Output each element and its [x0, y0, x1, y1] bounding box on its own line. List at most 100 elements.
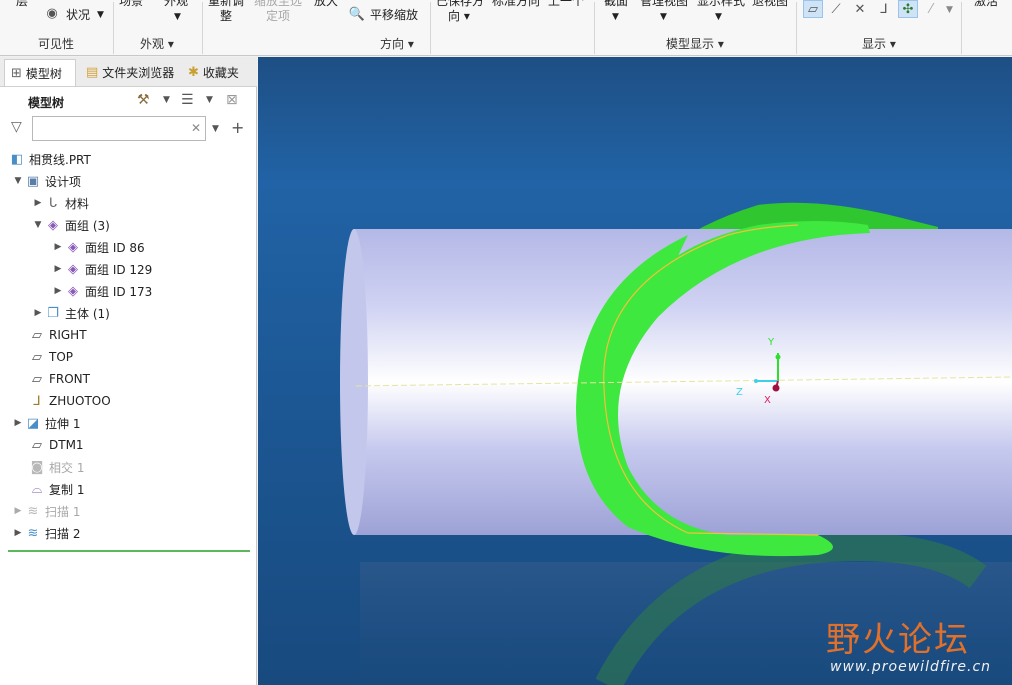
tree-node-right[interactable]: ▱ RIGHT: [0, 324, 250, 346]
group-model-display-label[interactable]: 模型显示 ▾: [666, 35, 724, 52]
tab-model-tree[interactable]: ⊞ 模型树: [4, 59, 76, 86]
tree-node-intersect[interactable]: ◙ 相交 1: [0, 456, 250, 478]
group-show-text: 显示: [862, 37, 887, 51]
search-input[interactable]: [37, 118, 187, 139]
axis-label-x: X: [764, 395, 771, 406]
standard-orientation-button[interactable]: 标准方向: [492, 0, 540, 8]
tree-node-quilt-86[interactable]: ▶ ◈ 面组 ID 86: [0, 236, 250, 258]
tree-node-quilt-129[interactable]: ▶ ◈ 面组 ID 129: [0, 258, 250, 280]
datum-plane-icon: ▱: [32, 437, 42, 453]
collapse-icon[interactable]: ▼: [32, 220, 44, 230]
tree-node-design-items[interactable]: ▼ ▣ 设计项: [0, 170, 250, 192]
saved-orientations-line2[interactable]: 向 ▾: [448, 9, 470, 23]
annotation-dropdown-icon[interactable]: ▼: [946, 3, 953, 17]
reorient-button[interactable]: 重新调: [208, 0, 244, 8]
axis-display-icon[interactable]: ⟋: [826, 0, 846, 18]
tree-node-material[interactable]: ▶ ᒐ 材料: [0, 192, 250, 214]
tree-node-label: 扫描 2: [45, 526, 81, 541]
folder-icon: ▤: [86, 65, 99, 80]
model-render[interactable]: Y Z X: [258, 57, 1012, 685]
section-dropdown-icon[interactable]: ▼: [612, 10, 619, 24]
group-appearance-label[interactable]: 外观 ▾: [140, 35, 174, 52]
tab-favorites[interactable]: ✱ 收藏夹: [182, 59, 254, 86]
section-button[interactable]: 截面: [604, 0, 628, 8]
activate-button[interactable]: 激活: [974, 0, 998, 8]
tree-node-part[interactable]: ◧ 相贯线.PRT: [0, 148, 250, 170]
tab-folder-browser[interactable]: ▤ 文件夹浏览器: [80, 59, 176, 86]
exploded-view-button[interactable]: 退视图: [752, 0, 788, 8]
add-filter-icon[interactable]: +: [231, 118, 244, 137]
point-display-icon[interactable]: ✕: [850, 0, 870, 18]
expand-icon[interactable]: ▶: [12, 506, 24, 516]
status-dropdown-icon[interactable]: ▼: [97, 8, 104, 22]
body-icon: ❐: [47, 305, 59, 321]
tree-node-label: 面组 ID 173: [85, 284, 153, 299]
collapse-icon[interactable]: ▼: [12, 176, 24, 186]
spin-center-icon[interactable]: ✣: [898, 0, 918, 18]
manage-views-dropdown-icon[interactable]: ▼: [660, 10, 667, 24]
tree-node-top[interactable]: ▱ TOP: [0, 346, 250, 368]
tree-node-quilt-173[interactable]: ▶ ◈ 面组 ID 173: [0, 280, 250, 302]
tree-node-csys[interactable]: ⅃ ZHUOTOO: [0, 390, 250, 412]
tree-node-sweep-1[interactable]: ▶ ≋ 扫描 1: [0, 500, 250, 522]
zoom-in-button[interactable]: 放大: [314, 0, 338, 8]
tree-node-copy[interactable]: ⌓ 复制 1: [0, 478, 250, 500]
filter-box: ✕: [32, 116, 206, 141]
tree-node-dtm1[interactable]: ▱ DTM1: [0, 434, 250, 456]
tree-node-quilts[interactable]: ▼ ◈ 面组 (3): [0, 214, 250, 236]
expand-icon[interactable]: ▶: [52, 286, 64, 296]
previous-orientation-button[interactable]: 上一个: [548, 0, 584, 8]
expand-icon[interactable]: ▶: [52, 264, 64, 274]
expand-icon[interactable]: ▶: [12, 528, 24, 538]
scene-button[interactable]: 场景: [119, 0, 143, 8]
zoom-to-selected-button[interactable]: 缩放至选: [254, 0, 302, 8]
pan-zoom-button[interactable]: 平移缩放: [370, 8, 418, 22]
graphics-window[interactable]: Y Z X 野火论坛 www.proewildfire.cn: [258, 57, 1012, 685]
expand-icon[interactable]: ▶: [12, 418, 24, 428]
sweep-icon: ≋: [27, 503, 39, 519]
tree-columns-dropdown-icon[interactable]: ▼: [206, 95, 213, 105]
tree-columns-icon[interactable]: ☰: [181, 92, 194, 108]
manage-views-button[interactable]: 管理视图: [640, 0, 688, 8]
expand-icon[interactable]: ▶: [32, 308, 44, 318]
status-button[interactable]: 状况: [66, 8, 90, 22]
quilt-icon: ◈: [68, 261, 78, 277]
plane-display-icon[interactable]: ▱: [803, 0, 823, 18]
watermark-title: 野火论坛: [826, 620, 970, 660]
expand-icon[interactable]: ▶: [32, 198, 44, 208]
tree-node-front[interactable]: ▱ FRONT: [0, 368, 250, 390]
tree-node-extrude[interactable]: ▶ ◪ 拉伸 1: [0, 412, 250, 434]
appearance-button[interactable]: 外观: [164, 0, 188, 8]
layer-button[interactable]: 层: [16, 0, 28, 8]
appearance-dropdown-icon[interactable]: ▼: [174, 10, 181, 24]
expand-icon[interactable]: ▶: [52, 242, 64, 252]
coordinate-system-icon: ⅃: [33, 393, 41, 409]
reorient-button-line2[interactable]: 整: [220, 9, 232, 23]
tree-node-label: 面组 ID 86: [85, 240, 145, 255]
annotation-display-icon[interactable]: ⁄: [921, 0, 941, 18]
display-style-button[interactable]: 显示样式: [697, 0, 745, 8]
navigator-tabs: ⊞ 模型树 ▤ 文件夹浏览器 ✱ 收藏夹: [0, 57, 257, 87]
insert-indicator[interactable]: [8, 550, 250, 552]
tree-settings-icon[interactable]: ⚒: [137, 92, 150, 108]
clear-icon[interactable]: ✕: [191, 121, 201, 135]
tree-node-label: RIGHT: [49, 328, 87, 342]
saved-orientations-button[interactable]: 已保存方: [436, 0, 484, 8]
group-orientation-label[interactable]: 方向 ▾: [380, 35, 414, 52]
tree-node-label: 主体 (1): [65, 306, 110, 321]
filter-dropdown-icon[interactable]: ▼: [212, 124, 219, 134]
tree-node-sweep-2[interactable]: ▶ ≋ 扫描 2: [0, 522, 250, 544]
tree-node-label: TOP: [49, 350, 74, 364]
group-show-label[interactable]: 显示 ▾: [862, 35, 896, 52]
tab-model-tree-label: 模型树: [25, 66, 62, 81]
csys-display-icon[interactable]: ⅃: [874, 0, 894, 18]
tree-filter-settings-icon[interactable]: ⊠: [226, 92, 238, 108]
material-icon: ᒐ: [48, 195, 58, 211]
tree-node-body[interactable]: ▶ ❐ 主体 (1): [0, 302, 250, 324]
tree-settings-dropdown-icon[interactable]: ▼: [163, 95, 170, 105]
display-style-dropdown-icon[interactable]: ▼: [715, 10, 722, 24]
model-tree-icon: ⊞: [11, 65, 22, 81]
tab-folder-browser-label: 文件夹浏览器: [102, 66, 175, 80]
zoom-to-selected-line2[interactable]: 定项: [266, 9, 290, 23]
model-tree-title: 模型树: [28, 96, 65, 110]
